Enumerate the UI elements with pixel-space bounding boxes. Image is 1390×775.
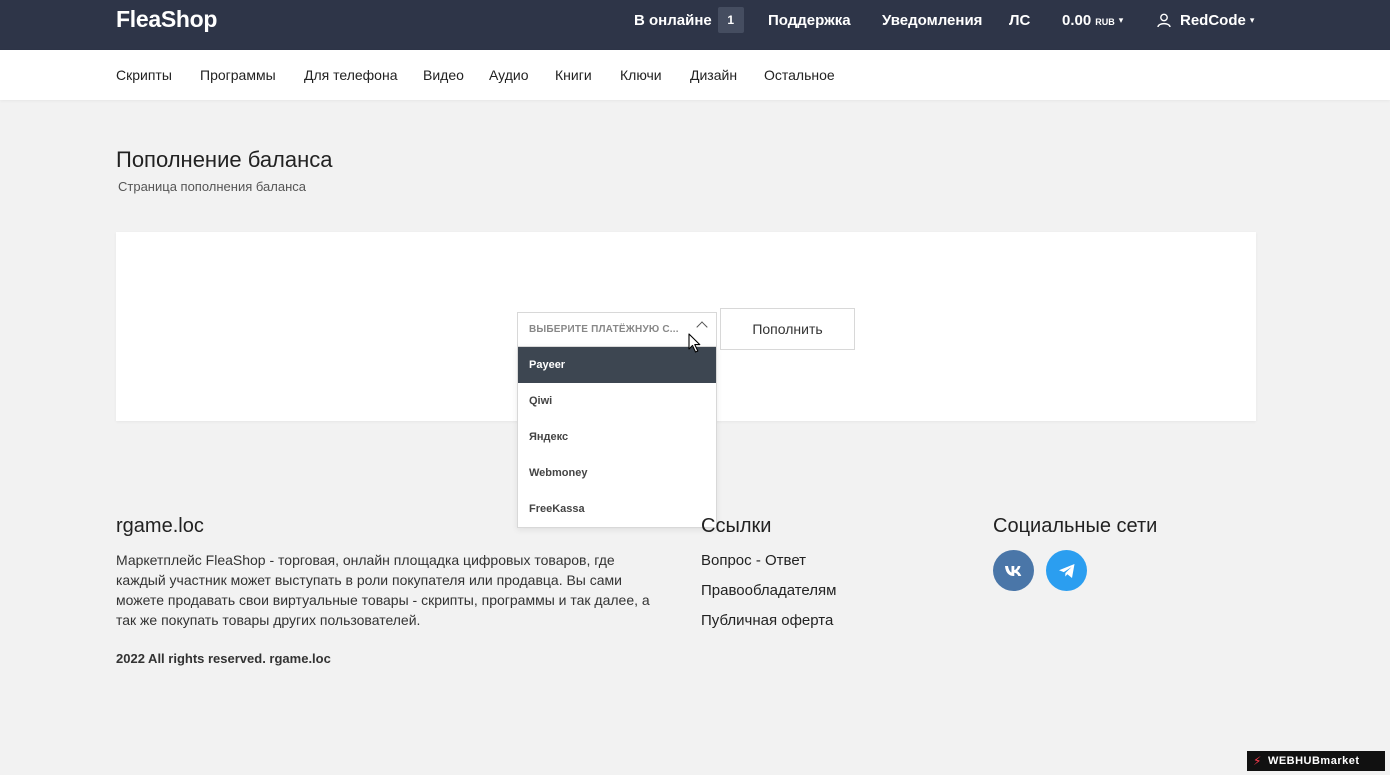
- category-scripts[interactable]: Скрипты: [116, 67, 172, 83]
- username: RedCode: [1180, 11, 1246, 29]
- caret-down-icon: ▾: [1118, 15, 1124, 25]
- balance-currency: RUB: [1095, 16, 1115, 27]
- watermark-text: WEBHUBmarket: [1267, 755, 1360, 767]
- top-header: FleaShop В онлайне 1 Поддержка Уведомлен…: [0, 0, 1390, 50]
- telegram-icon[interactable]: [1046, 550, 1087, 591]
- page-title: Пополнение баланса: [116, 147, 333, 172]
- footer-link-faq[interactable]: Вопрос - Ответ: [701, 552, 806, 569]
- balance-dropdown[interactable]: 0.00 RUB ▾: [1062, 0, 1123, 40]
- footer-copyright: 2022 All rights reserved. rgame.loc: [116, 651, 331, 666]
- notifications-link[interactable]: Уведомления: [882, 0, 982, 40]
- site-logo[interactable]: FleaShop: [116, 6, 217, 33]
- online-indicator[interactable]: В онлайне 1: [634, 0, 744, 40]
- support-link[interactable]: Поддержка: [768, 0, 851, 40]
- topup-submit-button[interactable]: Пополнить: [720, 308, 855, 350]
- vk-icon[interactable]: [993, 550, 1034, 591]
- webhub-watermark: ⚡ WEBHUBmarket: [1247, 751, 1385, 771]
- footer-site-title: rgame.loc: [116, 515, 204, 537]
- category-other[interactable]: Остальное: [764, 67, 835, 83]
- payment-option-qiwi[interactable]: Qiwi: [518, 383, 716, 419]
- payment-option-payeer[interactable]: Payeer: [518, 347, 716, 383]
- payment-option-freekassa[interactable]: FreeKassa: [518, 491, 716, 527]
- balance-amount: 0.00: [1062, 11, 1092, 29]
- category-design[interactable]: Дизайн: [690, 67, 737, 83]
- category-books[interactable]: Книги: [555, 67, 592, 83]
- footer-social-title: Социальные сети: [993, 515, 1158, 537]
- footer-link-public-offer[interactable]: Публичная оферта: [701, 612, 833, 629]
- category-audio[interactable]: Аудио: [489, 67, 529, 83]
- category-video[interactable]: Видео: [423, 67, 464, 83]
- category-programs[interactable]: Программы: [200, 67, 276, 83]
- mouse-cursor-icon: [688, 333, 702, 358]
- footer-description: Маркетплейс FleaShop - торговая, онлайн …: [116, 552, 650, 628]
- caret-down-icon: ▾: [1249, 15, 1255, 25]
- footer-links-title: Ссылки: [701, 515, 772, 537]
- user-icon: [1157, 13, 1171, 28]
- online-label: В онлайне: [634, 11, 712, 29]
- online-count-badge: 1: [717, 7, 744, 33]
- lightning-icon: ⚡: [1253, 754, 1262, 768]
- payment-option-webmoney[interactable]: Webmoney: [518, 455, 716, 491]
- category-mobile[interactable]: Для телефона: [304, 67, 397, 83]
- messages-link[interactable]: ЛС: [1009, 0, 1030, 40]
- payment-method-select[interactable]: ВЫБЕРИТЕ ПЛАТЁЖНУЮ С...: [517, 312, 717, 346]
- footer-link-copyright-holders[interactable]: Правообладателям: [701, 582, 836, 599]
- chevron-up-icon: [696, 321, 708, 333]
- category-keys[interactable]: Ключи: [620, 67, 662, 83]
- payment-select-placeholder: ВЫБЕРИТЕ ПЛАТЁЖНУЮ С...: [529, 324, 679, 335]
- page-subtitle: Страница пополнения баланса: [118, 179, 306, 194]
- category-nav: Скрипты Программы Для телефона Видео Ауд…: [0, 50, 1390, 100]
- user-menu[interactable]: RedCode ▾: [1157, 0, 1254, 40]
- payment-option-yandex[interactable]: Яндекс: [518, 419, 716, 455]
- payment-method-dropdown: Payeer Qiwi Яндекс Webmoney FreeKassa: [517, 346, 717, 528]
